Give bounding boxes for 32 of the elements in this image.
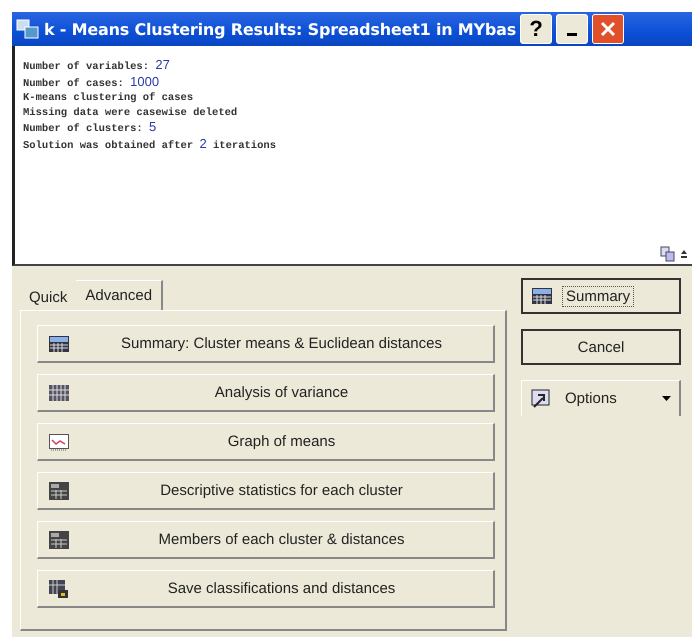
tab[interactable]: Advanced [76,280,164,310]
minimize-icon [567,32,578,36]
spreadsheet-icon [48,530,70,550]
action-button[interactable]: Members of each cluster & distances [37,521,495,559]
save-icon [48,578,70,598]
output-line: Number of cases: 1000 [23,74,160,91]
output-line: K-means clustering of cases [23,91,194,106]
close-icon [599,20,618,38]
output-line: Number of variables: 27 [23,58,171,74]
action-button[interactable]: Graph of means [37,423,495,461]
spreadsheet-icon [48,480,70,500]
action-button[interactable]: Summary: Cluster means & Euclidean distances [37,325,495,363]
dialog-button[interactable]: Cancel [521,329,681,365]
close-button[interactable] [592,14,624,44]
table-icon [48,334,70,354]
help-button[interactable]: ? [520,14,552,44]
action-button[interactable]: Analysis of variance [37,374,495,412]
line-chart-icon [48,432,70,452]
output-line: Solution was obtained after 2 iterations [23,136,278,153]
minimize-button[interactable] [556,14,588,44]
grid-icon [48,382,70,402]
dialog-button[interactable]: Summary [521,278,681,314]
output-line: Missing data were casewise deleted [23,106,238,120]
output-line: Number of clusters: 5 [23,120,158,136]
table-icon [531,286,553,306]
action-button[interactable]: Save classifications and distances [37,570,495,608]
action-button[interactable]: Descriptive statistics for each cluster [37,472,495,510]
copy-icon[interactable] [660,246,676,262]
window-icon [16,18,40,40]
dropdown-button[interactable]: Options [521,380,681,416]
window-title: k - Means Clustering Results: Spreadsheet1 in MYbas [44,20,516,38]
options-icon [530,388,552,408]
